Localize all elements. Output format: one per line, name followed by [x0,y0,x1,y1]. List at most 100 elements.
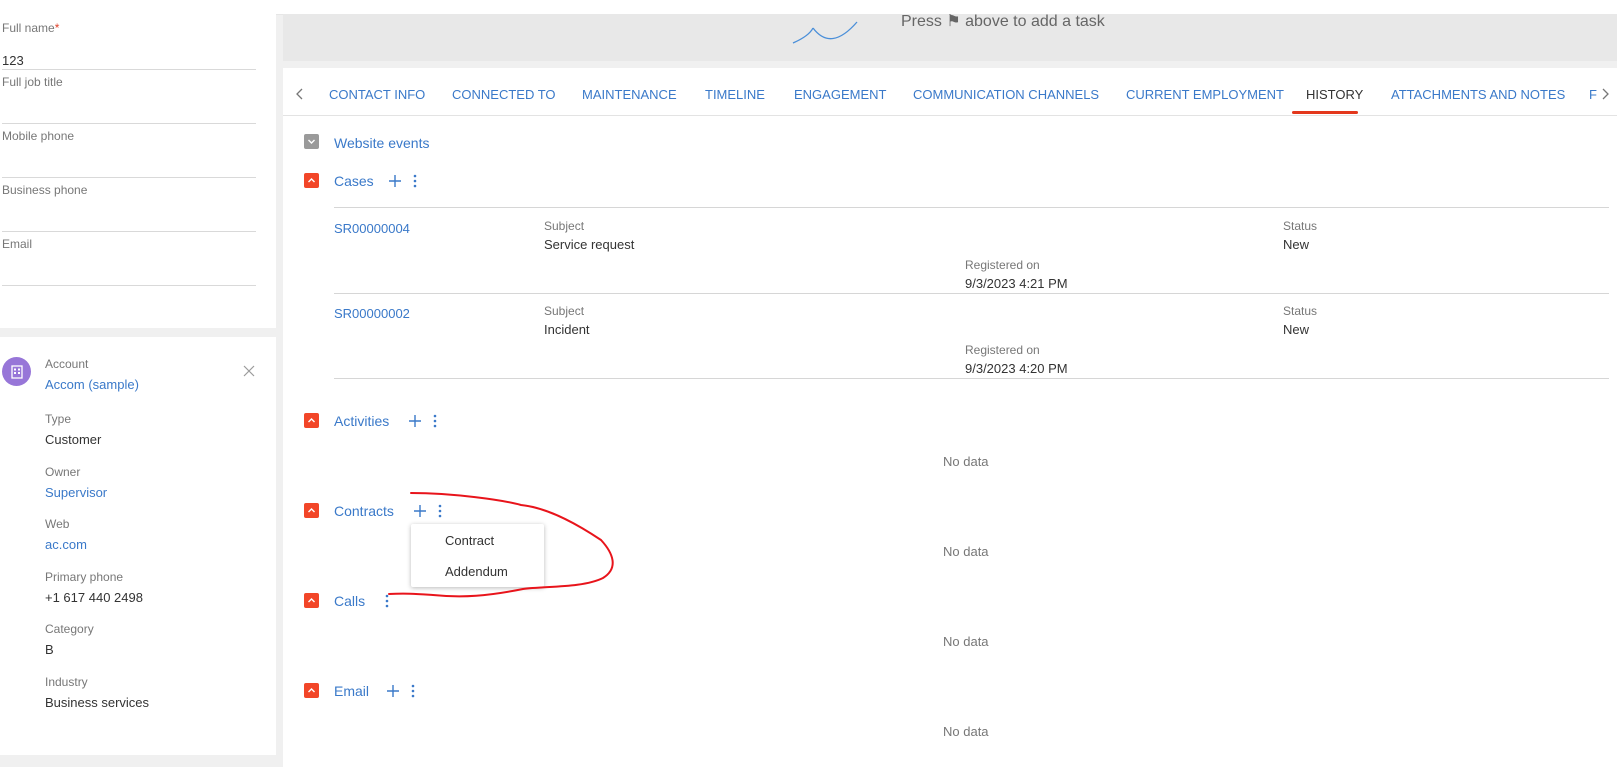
web-info: Web ac.com [45,517,87,552]
tab-current-employment[interactable]: CURRENT EMPLOYMENT [1126,88,1284,102]
more-vertical-icon [413,174,417,188]
more-vertical-icon [433,414,437,428]
case-subject: Subject Incident [544,304,590,337]
cases-add-button[interactable] [387,173,403,189]
subject-value: Service request [544,237,635,252]
required-mark: * [54,21,60,35]
registered-label: Registered on [965,343,1040,357]
web-label: Web [45,517,70,531]
tab-contact-info[interactable]: CONTACT INFO [329,88,425,102]
chevron-up-icon [308,418,315,423]
tab-attachments-and-notes[interactable]: ATTACHMENTS AND NOTES [1391,88,1565,102]
full-name-value[interactable]: 123 [2,54,24,68]
table-row[interactable]: SR00000002 Subject Incident Registered o… [334,293,1609,379]
website-events-title[interactable]: Website events [334,135,429,151]
email-no-data: No data [943,724,989,739]
tab-connected-to[interactable]: CONNECTED TO [452,88,556,102]
industry-label: Industry [45,675,88,689]
status-value: New [1283,322,1310,337]
type-info: Type Customer [45,412,101,447]
close-icon[interactable] [241,363,257,379]
chevron-left-icon[interactable] [292,86,308,102]
category-value: B [45,642,54,657]
case-subject: Subject Service request [544,219,634,252]
status-label: Status [1283,219,1318,233]
contracts-add-button[interactable] [412,503,428,519]
contracts-title[interactable]: Contracts [334,503,394,519]
main-panel: CONTACT INFO CONNECTED TO MAINTENANCE TI… [283,68,1617,767]
activities-menu-button[interactable] [427,413,443,429]
calls-menu-button[interactable] [379,593,395,609]
cases-title[interactable]: Cases [334,173,374,189]
chevron-up-icon [308,178,315,183]
owner-link[interactable]: Supervisor [45,486,107,500]
calls-no-data: No data [943,634,989,649]
contact-fields-panel: Full name* 123 Full job title Mobile pho… [0,14,276,328]
plus-icon [414,505,426,517]
menu-item-contract[interactable]: Contract [445,534,494,548]
tab-bar: CONTACT INFO CONNECTED TO MAINTENANCE TI… [283,68,1617,116]
tab-engagement[interactable]: ENGAGEMENT [794,88,886,102]
email-menu-button[interactable] [405,683,421,699]
contracts-toggle[interactable] [304,503,319,518]
registered-label: Registered on [965,258,1040,272]
business-phone-field[interactable]: Business phone [2,176,256,232]
more-vertical-icon [438,504,442,518]
primary-phone-label: Primary phone [45,570,124,584]
email-toggle[interactable] [304,683,319,698]
owner-label: Owner [45,465,81,479]
case-status: Status New [1283,219,1317,252]
website-events-toggle[interactable] [304,134,319,149]
tab-timeline[interactable]: TIMELINE [705,88,765,102]
calls-toggle[interactable] [304,593,319,608]
mobile-phone-field[interactable]: Mobile phone [2,122,256,178]
status-value: New [1283,237,1310,252]
more-vertical-icon [411,684,415,698]
full-job-title-field[interactable]: Full job title [2,68,256,124]
activities-toggle[interactable] [304,413,319,428]
table-row[interactable]: SR00000004 Subject Service request Regis… [334,207,1609,294]
tab-f-truncated[interactable]: F [1589,88,1597,102]
case-status: Status New [1283,304,1317,337]
account-link[interactable]: Accom (sample) [45,378,139,392]
account-info: Account Accom (sample) [45,357,139,392]
building-icon [10,364,23,379]
more-vertical-icon [385,594,389,608]
owner-info: Owner Supervisor [45,465,107,500]
plus-icon [387,685,399,697]
cases-toggle[interactable] [304,173,319,188]
email-field[interactable]: Email [2,230,256,286]
activities-add-button[interactable] [407,413,423,429]
tab-communication-channels[interactable]: COMMUNICATION CHANNELS [913,88,1099,102]
account-label: Account [45,357,89,371]
industry-value: Business services [45,695,150,710]
chevron-up-icon [308,688,315,693]
calls-title[interactable]: Calls [334,593,365,609]
registered-value: 9/3/2023 4:20 PM [965,361,1068,376]
tab-maintenance[interactable]: MAINTENANCE [582,88,677,102]
full-name-field[interactable]: Full name* 123 [2,14,256,70]
contracts-menu-button[interactable] [432,503,448,519]
category-label: Category [45,622,94,636]
activities-title[interactable]: Activities [334,413,389,429]
menu-item-addendum[interactable]: Addendum [445,565,508,579]
chevron-up-icon [308,508,315,513]
email-title[interactable]: Email [334,683,369,699]
cases-menu-button[interactable] [407,173,423,189]
tab-history[interactable]: HISTORY [1306,88,1363,102]
active-tab-underline [1292,111,1358,114]
subject-label: Subject [544,219,585,233]
email-add-button[interactable] [385,683,401,699]
account-card: Account Accom (sample) Type Customer Own… [0,337,276,755]
activities-no-data: No data [943,454,989,469]
case-registered: Registered on 9/3/2023 4:21 PM [965,258,1068,291]
chevron-right-icon[interactable] [1597,86,1613,102]
subject-value: Incident [544,322,590,337]
web-link[interactable]: ac.com [45,538,87,552]
chevron-up-icon [308,598,315,603]
full-job-title-label: Full job title [2,75,63,89]
email-label: Email [2,237,33,251]
case-id-link[interactable]: SR00000002 [334,306,410,321]
industry-info: Industry Business services [45,675,149,710]
case-id-link[interactable]: SR00000004 [334,221,410,236]
